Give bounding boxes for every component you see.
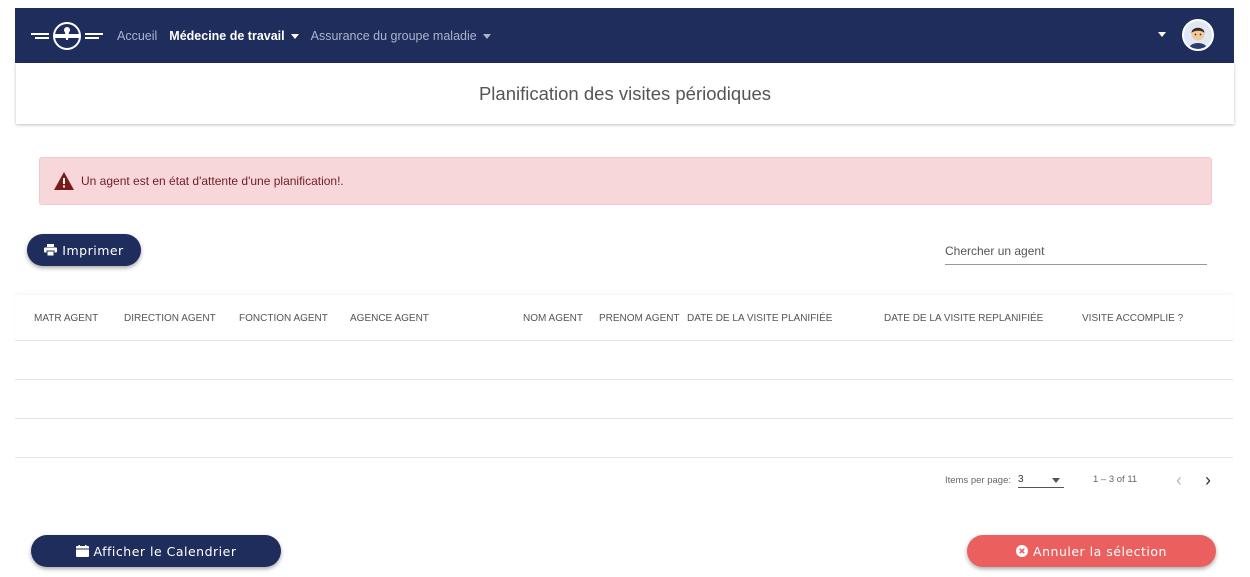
- top-navbar: Accueil Médecine de travail Assurance du…: [15, 8, 1234, 63]
- items-per-page-label: Items per page:: [945, 475, 1012, 486]
- column-header-matr-agent[interactable]: MATR AGENT: [34, 313, 98, 324]
- avatar[interactable]: [1182, 19, 1214, 51]
- print-icon: [44, 244, 58, 256]
- page-range-label: 1 – 3 of 11: [1093, 474, 1138, 485]
- column-header-prenom-agent[interactable]: PRENOM AGENT: [599, 313, 680, 324]
- previous-page-icon[interactable]: ‹: [1176, 470, 1182, 491]
- table-row[interactable]: [15, 341, 1233, 380]
- show-calendar-button[interactable]: Afficher le Calendrier: [31, 535, 281, 567]
- close-circle-icon: [1016, 545, 1029, 557]
- print-button[interactable]: Imprimer: [27, 234, 141, 266]
- warning-icon: [54, 172, 74, 190]
- page-title: Planification des visites périodiques: [478, 82, 772, 104]
- page-size-value: 3: [1018, 474, 1024, 485]
- nav-link-assurance-groupe-maladie[interactable]: Assurance du groupe maladie: [311, 29, 491, 43]
- cancel-selection-label: Annuler la sélection: [1033, 543, 1167, 559]
- user-menu-caret-icon[interactable]: [1158, 32, 1166, 37]
- column-header-agence-agent[interactable]: AGENCE AGENT: [350, 313, 429, 324]
- nav-links: Accueil Médecine de travail Assurance du…: [117, 8, 503, 63]
- logo-icon[interactable]: [31, 20, 103, 52]
- column-header-fonction-agent[interactable]: FONCTION AGENT: [239, 313, 328, 324]
- title-card: Planification des visites périodiques: [16, 63, 1234, 124]
- print-button-label: Imprimer: [62, 242, 124, 258]
- show-calendar-label: Afficher le Calendrier: [93, 543, 237, 559]
- nav-link-accueil[interactable]: Accueil: [117, 29, 157, 43]
- table-row[interactable]: [15, 380, 1233, 419]
- chevron-down-icon: [290, 33, 299, 39]
- page-size-select[interactable]: 3: [1018, 473, 1064, 488]
- nav-link-medecine-de-travail[interactable]: Médecine de travail: [169, 28, 299, 43]
- warning-alert: Un agent est en état d'attente d'une pla…: [39, 157, 1212, 205]
- column-header-nom-agent[interactable]: NOM AGENT: [523, 313, 583, 324]
- calendar-icon: [75, 545, 89, 557]
- search-input[interactable]: [945, 244, 1207, 258]
- user-avatar-icon: [1184, 21, 1212, 49]
- cancel-selection-button[interactable]: Annuler la sélection: [967, 535, 1216, 567]
- table-header: MATR AGENT DIRECTION AGENT FONCTION AGEN…: [15, 295, 1233, 341]
- column-header-date-visite-planifiee[interactable]: DATE DE LA VISITE PLANIFIÉE: [687, 313, 832, 324]
- column-header-visite-accomplie[interactable]: VISITE ACCOMPLIE ?: [1082, 313, 1183, 324]
- alert-message: Un agent est en état d'attente d'une pla…: [81, 174, 344, 188]
- chevron-down-icon: [482, 33, 491, 39]
- nav-link-assurance-label: Assurance du groupe maladie: [310, 28, 477, 43]
- table-row[interactable]: [15, 419, 1233, 458]
- column-header-date-visite-replanifiee[interactable]: DATE DE LA VISITE REPLANIFIÉE: [884, 313, 1043, 324]
- agents-table: MATR AGENT DIRECTION AGENT FONCTION AGEN…: [15, 295, 1233, 458]
- search-field: [945, 242, 1207, 265]
- column-header-direction-agent[interactable]: DIRECTION AGENT: [124, 313, 216, 324]
- chevron-down-icon: [1052, 478, 1060, 483]
- next-page-icon[interactable]: ›: [1205, 470, 1211, 491]
- nav-link-medecine-label: Médecine de travail: [169, 28, 285, 43]
